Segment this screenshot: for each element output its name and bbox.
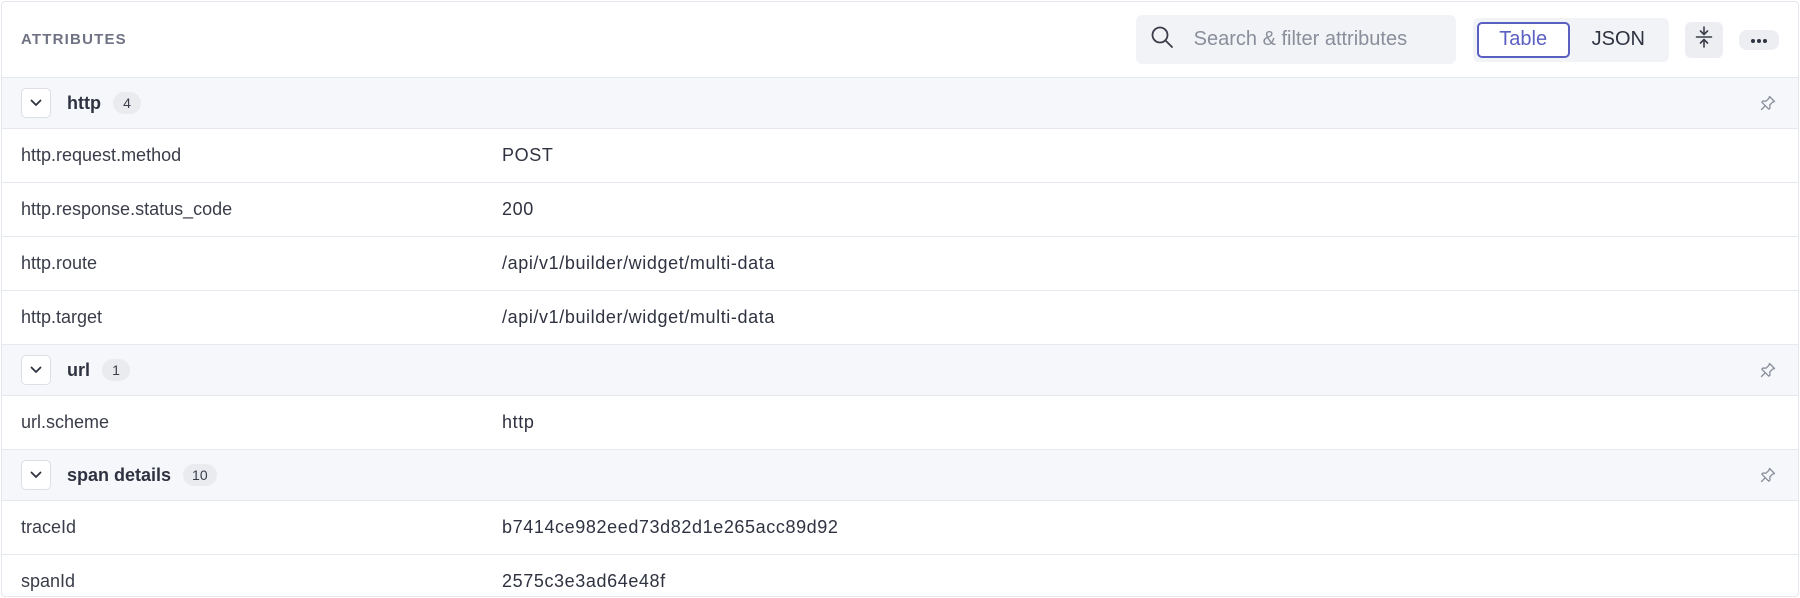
group-header-span-details[interactable]: span details 10 [2,450,1798,501]
group-toggle-button[interactable] [21,88,51,118]
attribute-value: /api/v1/builder/widget/multi-data [502,307,775,327]
attribute-value: POST [502,145,554,165]
chevron-down-icon [30,94,42,112]
search-input[interactable] [1193,28,1444,51]
group-name: http [67,92,101,113]
group-count-badge: 10 [183,464,217,486]
attribute-row: http.route /api/v1/builder/widget/multi-… [2,237,1798,291]
attribute-key: http.target [21,307,103,327]
group-count-badge: 4 [112,92,141,114]
group-toggle-button[interactable] [21,355,51,385]
attribute-row: http.request.method POST [2,129,1798,183]
group-header-http[interactable]: http 4 [2,78,1798,129]
attribute-value: 2575c3e3ad64e48f [502,571,666,591]
attribute-value: /api/v1/builder/widget/multi-data [502,253,775,273]
group-toggle-button[interactable] [21,460,51,490]
attribute-key: http.response.status_code [21,199,233,219]
pin-icon[interactable] [1760,362,1776,378]
group-name: url [67,359,91,380]
panel-title: ATTRIBUTES [21,31,127,48]
search-icon [1150,25,1174,54]
pin-icon[interactable] [1760,95,1776,111]
attribute-key: url.scheme [21,412,110,432]
chevron-down-icon [30,361,42,379]
chevron-down-icon [30,466,42,484]
table-view-button[interactable]: Table [1476,21,1570,58]
attribute-row: url.scheme http [2,396,1798,450]
pin-icon[interactable] [1760,467,1776,483]
attribute-value: http [502,412,535,432]
attribute-key: traceId [21,517,77,537]
attribute-key: spanId [21,571,76,591]
attribute-row: traceId b7414ce982eed73d82d1e265acc89d92 [2,501,1798,555]
more-icon [1750,31,1768,49]
group-count-badge: 1 [102,359,131,381]
group-name: span details [67,464,172,485]
collapse-all-button[interactable] [1685,21,1723,58]
attribute-value: 200 [502,199,534,219]
attribute-value: b7414ce982eed73d82d1e265acc89d92 [502,517,839,537]
collapse-all-icon [1695,26,1713,53]
view-toggle: Table JSON [1472,17,1669,62]
json-view-button[interactable]: JSON [1572,22,1665,58]
search-box[interactable] [1135,15,1456,64]
attributes-panel: ATTRIBUTES Table JSON [1,1,1799,597]
attribute-row: spanId 2575c3e3ad64e48f [2,555,1798,596]
more-button[interactable] [1739,29,1779,50]
attribute-row: http.response.status_code 200 [2,183,1798,237]
attributes-header: ATTRIBUTES Table JSON [2,2,1798,78]
group-header-url[interactable]: url 1 [2,345,1798,396]
attribute-key: http.request.method [21,145,182,165]
attribute-key: http.route [21,253,98,273]
attribute-row: http.target /api/v1/builder/widget/multi… [2,291,1798,345]
